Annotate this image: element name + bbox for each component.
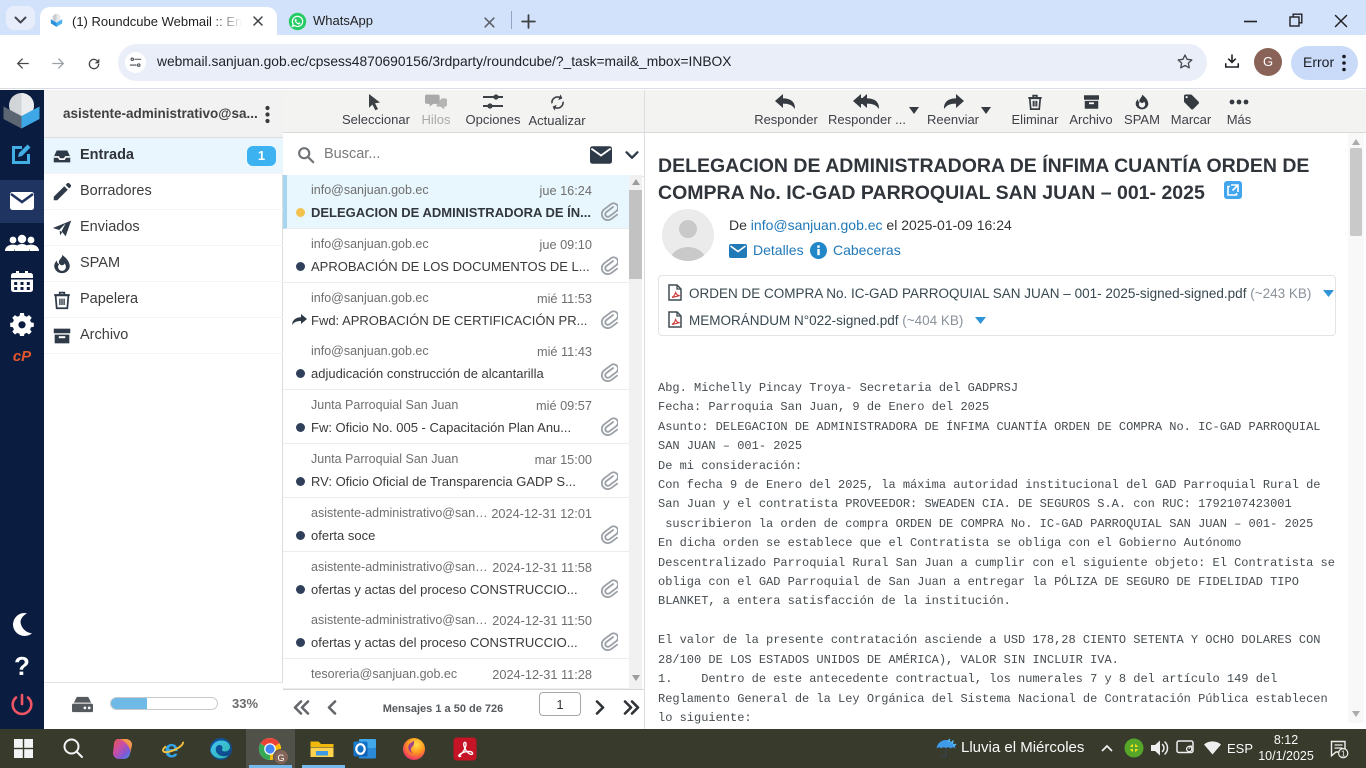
svg-text:1: 1 bbox=[1341, 749, 1346, 758]
